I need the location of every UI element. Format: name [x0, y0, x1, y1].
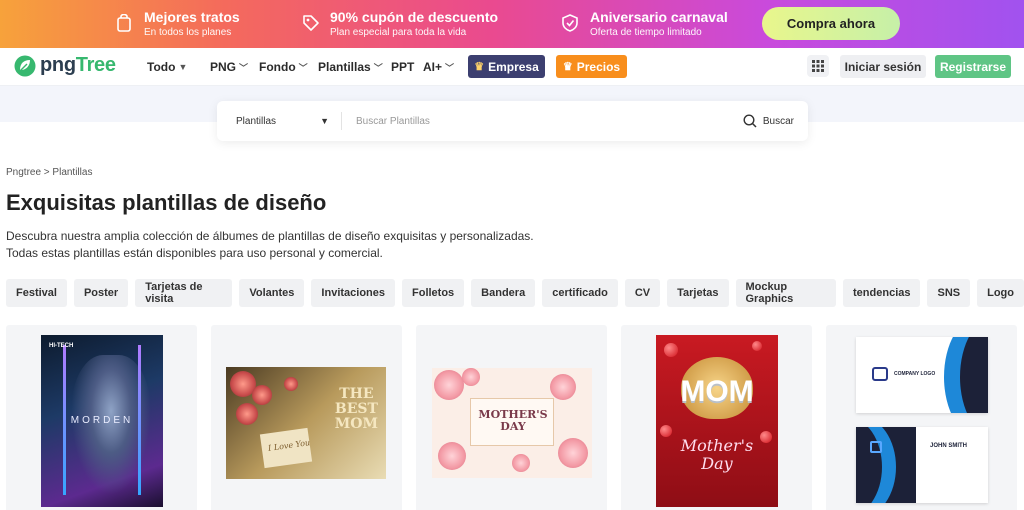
- precios-button[interactable]: ♛ Precios: [556, 55, 627, 78]
- nav-label: PNG: [210, 60, 237, 74]
- tag-mockup-graphics[interactable]: Mockup Graphics: [735, 279, 837, 307]
- tag-tarjetas-de-visita[interactable]: Tarjetas de visita: [135, 279, 233, 307]
- chevron-down-icon: ﹀: [239, 62, 249, 73]
- logo-text-png: png: [40, 54, 76, 76]
- thumbnail-text: Mother's Day: [680, 436, 754, 473]
- nav-label: AI+: [423, 60, 443, 74]
- breadcrumb[interactable]: Pngtree > Plantillas: [6, 167, 92, 178]
- pngtree-logo[interactable]: pngTree: [14, 54, 116, 77]
- tag-certificado[interactable]: certificado: [542, 279, 618, 307]
- promo-banner: Mejores tratos En todos los planes 90% c…: [0, 0, 1024, 48]
- template-card-best-mom[interactable]: I Love You THE BEST MOM: [211, 325, 402, 510]
- crown-icon: ♛: [562, 61, 573, 73]
- chevron-down-icon: ﹀: [298, 62, 308, 73]
- promo-title: 90% cupón de descuento: [330, 9, 499, 25]
- tag-bandera[interactable]: Bandera: [471, 279, 536, 307]
- template-card-mothers-day-floral[interactable]: MOTHER'S DAY: [416, 325, 607, 510]
- search-button[interactable]: Buscar: [743, 114, 808, 128]
- search-bar: Plantillas ▼ Buscar Plantillas Buscar: [217, 101, 808, 141]
- template-thumbnail: MOTHER'S DAY: [432, 368, 592, 478]
- promo-item-carnival[interactable]: Aniversario carnaval Oferta de tiempo li…: [562, 8, 728, 40]
- page-title: Exquisitas plantillas de diseño: [6, 190, 327, 215]
- thumbnail-text: MORDEN: [70, 415, 134, 426]
- tag-folletos[interactable]: Folletos: [402, 279, 465, 307]
- search-icon: [743, 114, 757, 128]
- buy-now-button[interactable]: Compra ahora: [762, 7, 900, 40]
- template-thumbnail: HI-TECH MORDEN: [41, 335, 163, 507]
- nav-item-todo[interactable]: Todo ▼: [147, 48, 187, 86]
- nav-item-fondo[interactable]: Fondo ﹀: [259, 48, 308, 86]
- thumbnail-text: MOM: [680, 375, 754, 408]
- nav-item-plantillas[interactable]: Plantillas ﹀: [318, 48, 383, 86]
- tag-cv[interactable]: CV: [624, 279, 661, 307]
- promo-item-coupon[interactable]: 90% cupón de descuento Plan especial par…: [302, 8, 498, 40]
- register-button[interactable]: Registrarse: [935, 55, 1011, 78]
- empresa-button[interactable]: ♛ Empresa: [468, 55, 545, 78]
- description-line: Todas estas plantillas están disponibles…: [6, 246, 383, 260]
- page-description: Descubra nuestra amplia colección de álb…: [6, 228, 606, 262]
- caret-down-icon: ▼: [178, 62, 188, 72]
- promo-sub: En todos los planes: [144, 27, 232, 38]
- template-card-mom-poster[interactable]: MOM Mother's Day: [621, 325, 812, 510]
- promo-item-deals[interactable]: Mejores tratos En todos los planes: [116, 8, 240, 40]
- tag-sns[interactable]: SNS: [927, 279, 971, 307]
- nav-label: Todo: [147, 60, 176, 74]
- bag-icon: [116, 13, 134, 32]
- nav-item-png[interactable]: PNG ﹀: [210, 48, 248, 86]
- tag-volantes[interactable]: Volantes: [239, 279, 305, 307]
- nav-item-ai[interactable]: AI+ ﹀: [423, 48, 454, 86]
- shield-icon: [562, 14, 580, 32]
- grid-icon: [812, 60, 824, 72]
- thumbnail-text: THE BEST MOM: [334, 386, 378, 432]
- nav-label: Plantillas: [318, 60, 371, 74]
- search-button-label: Buscar: [762, 115, 794, 127]
- description-line: Descubra nuestra amplia colección de álb…: [6, 229, 534, 243]
- thumbnail-text: COMPANY LOGO: [894, 371, 936, 377]
- template-card-business-card[interactable]: COMPANY LOGO JOHN SMITH: [826, 325, 1017, 510]
- thumbnail-text: MOTHER'S DAY: [478, 408, 548, 433]
- nav-label: Fondo: [259, 60, 296, 74]
- apps-grid-button[interactable]: [807, 55, 829, 77]
- template-thumbnail: COMPANY LOGO: [856, 337, 988, 413]
- template-thumbnail: JOHN SMITH: [856, 427, 988, 503]
- site-header: pngTree Todo ▼ PNG ﹀ Fondo ﹀ Plantillas ﹀ PP…: [0, 48, 1024, 86]
- chevron-down-icon: ﹀: [445, 62, 455, 73]
- login-button[interactable]: Iniciar sesión: [840, 55, 926, 78]
- search-category-value: Plantillas: [236, 115, 277, 127]
- caret-down-icon: ▼: [320, 116, 329, 126]
- thumbnail-text: HI-TECH: [49, 343, 74, 349]
- thumbnail-text: JOHN SMITH: [930, 443, 968, 449]
- promo-sub: Plan especial para toda la vida: [330, 27, 467, 38]
- leaf-logo-icon: [14, 55, 36, 76]
- promo-title: Mejores tratos: [144, 9, 240, 25]
- template-grid: HI-TECH MORDEN I Love You THE BEST MOM M…: [6, 325, 1017, 510]
- nav-label: PPT: [391, 60, 415, 74]
- tag-icon: [302, 14, 320, 32]
- crown-icon: ♛: [474, 61, 485, 73]
- category-tags: Festival Poster Tarjetas de visita Volan…: [6, 279, 1024, 307]
- promo-title: Aniversario carnaval: [590, 9, 728, 25]
- template-card-hitech-poster[interactable]: HI-TECH MORDEN: [6, 325, 197, 510]
- tag-logo[interactable]: Logo: [977, 279, 1024, 307]
- empresa-label: Empresa: [488, 59, 539, 74]
- template-thumbnail: MOM Mother's Day: [656, 335, 778, 507]
- tag-tendencias[interactable]: tendencias: [843, 279, 921, 307]
- tag-festival[interactable]: Festival: [6, 279, 67, 307]
- nav-item-ppt[interactable]: PPT: [391, 48, 414, 86]
- precios-label: Precios: [576, 59, 621, 74]
- tag-tarjetas[interactable]: Tarjetas: [667, 279, 729, 307]
- chevron-down-icon: ﹀: [373, 62, 383, 73]
- logo-text-tree: Tree: [75, 54, 116, 76]
- tag-poster[interactable]: Poster: [73, 279, 129, 307]
- tag-invitaciones[interactable]: Invitaciones: [311, 279, 395, 307]
- template-thumbnail: I Love You THE BEST MOM: [226, 367, 386, 479]
- promo-sub: Oferta de tiempo limitado: [590, 27, 702, 38]
- search-category-select[interactable]: Plantillas ▼: [217, 112, 342, 130]
- search-input[interactable]: Buscar Plantillas: [342, 116, 743, 127]
